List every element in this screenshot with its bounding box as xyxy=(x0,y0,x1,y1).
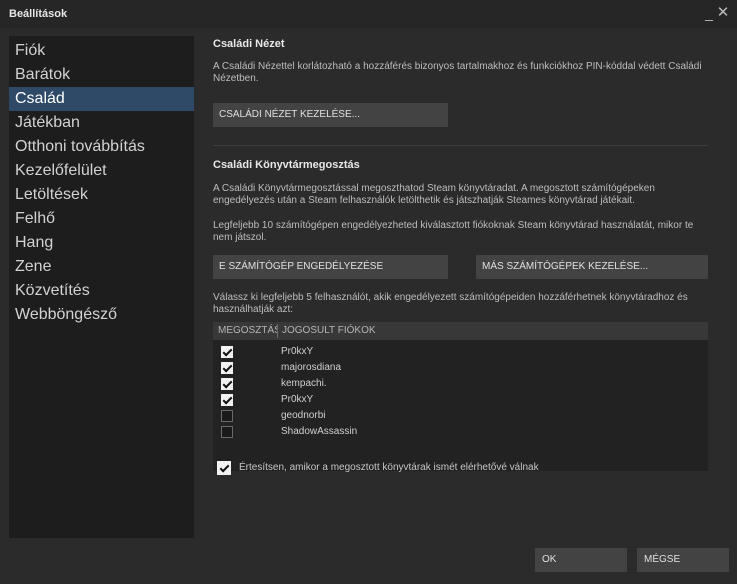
account-name: Pr0kxY xyxy=(281,394,314,405)
column-divider[interactable] xyxy=(277,324,278,338)
authorize-computer-button[interactable]: E SZÁMÍTÓGÉP ENGEDÉLYEZÉSE xyxy=(213,255,448,279)
sidebar-item-voice[interactable]: Hang xyxy=(9,231,194,255)
sidebar-item-music[interactable]: Zene xyxy=(9,255,194,279)
account-name: kempachi. xyxy=(281,378,327,389)
notify-label[interactable]: Értesítsen, amikor a megosztott könyvtár… xyxy=(239,462,539,473)
notify-checkbox[interactable] xyxy=(217,461,231,475)
sidebar-item-cloud[interactable]: Felhő xyxy=(9,207,194,231)
table-row: kempachi. xyxy=(213,376,708,392)
sidebar-item-account[interactable]: Fiók xyxy=(9,39,194,63)
window-title: Beállítások xyxy=(9,8,68,20)
table-row: Pr0kxY xyxy=(213,392,708,408)
manage-other-computers-button[interactable]: MÁS SZÁMÍTÓGÉPEK KEZELÉSE... xyxy=(476,255,708,279)
sidebar-item-remote-play[interactable]: Otthoni továbbítás xyxy=(9,135,194,159)
close-icon[interactable]: ✕ xyxy=(716,5,730,21)
cancel-button[interactable]: MÉGSE xyxy=(637,548,729,572)
authorized-accounts-table: MEGOSZTÁS JOGOSULT FIÓKOK Pr0kxY majoros… xyxy=(213,322,708,471)
share-checkbox[interactable] xyxy=(221,378,233,390)
account-name: Pr0kxY xyxy=(281,346,314,357)
account-name: ShadowAssassin xyxy=(281,426,358,437)
family-view-heading: Családi Nézet xyxy=(213,38,285,50)
settings-content: Családi Nézet A Családi Nézettel korláto… xyxy=(194,28,728,538)
sidebar-item-in-game[interactable]: Játékban xyxy=(9,111,194,135)
table-row: ShadowAssassin xyxy=(213,424,708,440)
manage-family-view-button[interactable]: CSALÁDI NÉZET KEZELÉSE... xyxy=(213,103,448,127)
title-bar: Beállítások _ ✕ xyxy=(0,0,737,28)
library-sharing-description: A Családi Könyvtármegosztással megosztha… xyxy=(213,183,655,206)
share-checkbox[interactable] xyxy=(221,362,233,374)
share-checkbox[interactable] xyxy=(221,410,233,422)
sidebar-item-broadcasting[interactable]: Közvetítés xyxy=(9,279,194,303)
library-sharing-heading: Családi Könyvtármegosztás xyxy=(213,159,360,171)
sidebar-item-web-browser[interactable]: Webböngésző xyxy=(9,303,194,327)
table-row: geodnorbi xyxy=(213,408,708,424)
sidebar-item-friends[interactable]: Barátok xyxy=(9,63,194,87)
share-checkbox[interactable] xyxy=(221,394,233,406)
column-header-share[interactable]: MEGOSZTÁS xyxy=(218,322,277,340)
table-row: majorosdiana xyxy=(213,360,708,376)
share-checkbox[interactable] xyxy=(221,346,233,358)
ok-button[interactable]: OK xyxy=(535,548,627,572)
column-header-accounts[interactable]: JOGOSULT FIÓKOK xyxy=(282,322,376,340)
sidebar-item-interface[interactable]: Kezelőfelület xyxy=(9,159,194,183)
sidebar-item-downloads[interactable]: Letöltések xyxy=(9,183,194,207)
section-divider xyxy=(213,145,708,146)
minimize-icon[interactable]: _ xyxy=(702,5,716,21)
account-name: majorosdiana xyxy=(281,362,342,373)
settings-sidebar: Fiók Barátok Család Játékban Otthoni tov… xyxy=(9,36,194,538)
family-view-description: A Családi Nézettel korlátozható a hozzáf… xyxy=(213,61,702,84)
library-sharing-limit-text: Legfeljebb 10 számítógépen engedélyezhet… xyxy=(213,220,694,243)
sidebar-item-family[interactable]: Család xyxy=(9,87,194,111)
select-users-text: Válassz ki legfeljebb 5 felhasználót, ak… xyxy=(213,292,688,315)
table-row: Pr0kxY xyxy=(213,344,708,360)
table-header: MEGOSZTÁS JOGOSULT FIÓKOK xyxy=(213,322,708,340)
account-name: geodnorbi xyxy=(281,410,326,421)
share-checkbox[interactable] xyxy=(221,426,233,438)
